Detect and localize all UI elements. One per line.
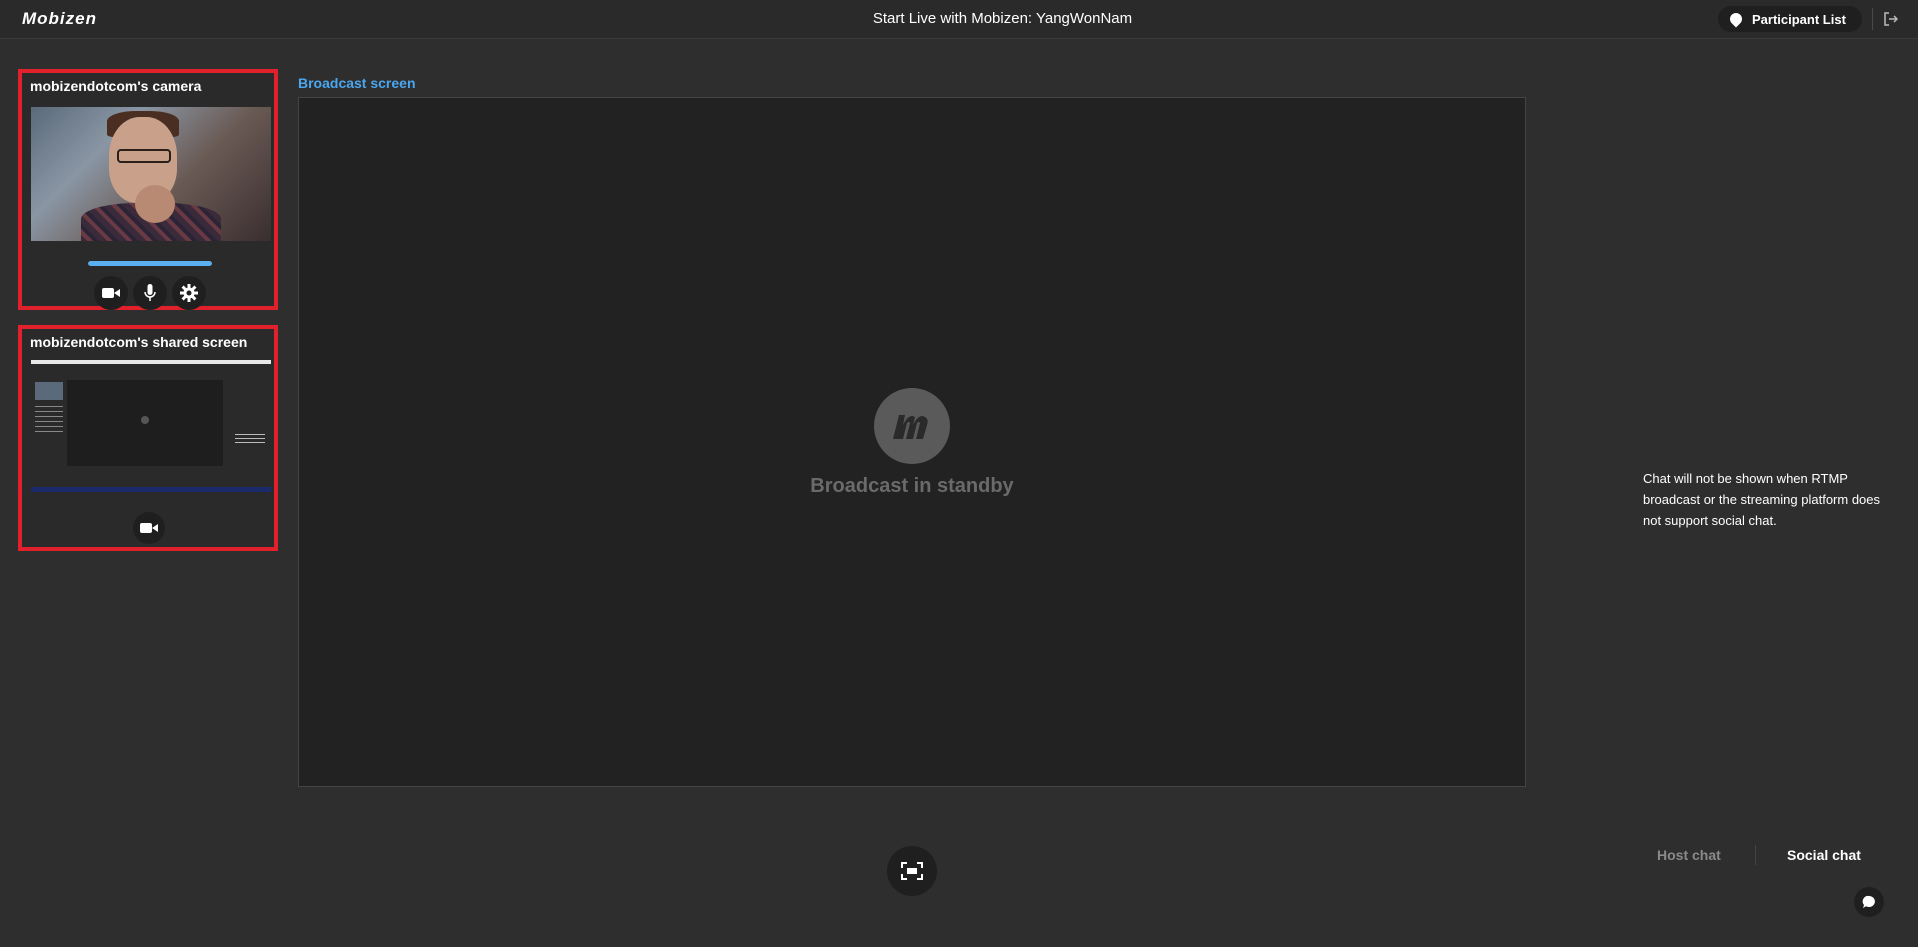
chat-bubble-button[interactable] bbox=[1854, 887, 1884, 917]
shared-screen-panel-title: mobizendotcom's shared screen bbox=[30, 334, 248, 350]
mic-level-fill bbox=[88, 261, 212, 266]
shared-screen-preview bbox=[31, 360, 271, 496]
broadcast-status-text: Broadcast in standby bbox=[810, 475, 1014, 497]
tab-social-chat[interactable]: Social chat bbox=[1787, 847, 1861, 863]
location-pin-icon bbox=[1727, 10, 1745, 28]
camera-preview bbox=[31, 107, 271, 241]
broadcast-screen: Broadcast in standby bbox=[298, 97, 1526, 787]
chat-bubble-icon bbox=[1862, 895, 1875, 908]
broadcast-screen-label: Broadcast screen bbox=[298, 75, 416, 91]
video-camera-icon bbox=[102, 288, 120, 298]
camera-panel-title: mobizendotcom's camera bbox=[30, 78, 202, 94]
chat-tab-divider bbox=[1755, 845, 1756, 865]
page-title: Start Live with Mobizen: YangWonNam bbox=[872, 10, 1133, 27]
screen-share-toggle-button[interactable] bbox=[133, 512, 165, 544]
microphone-toggle-button[interactable] bbox=[133, 276, 167, 310]
gear-icon bbox=[180, 284, 198, 302]
fullscreen-button[interactable] bbox=[887, 846, 937, 896]
camera-panel[interactable]: mobizendotcom's camera bbox=[18, 69, 278, 310]
mobizen-m-icon bbox=[874, 388, 950, 464]
participant-list-button[interactable]: Participant List bbox=[1718, 6, 1862, 32]
camera-settings-button[interactable] bbox=[172, 276, 206, 310]
shared-screen-panel[interactable]: mobizendotcom's shared screen bbox=[18, 325, 278, 551]
header-divider bbox=[1872, 8, 1873, 30]
chat-notice: Chat will not be shown when RTMP broadca… bbox=[1643, 471, 1881, 528]
tab-host-chat[interactable]: Host chat bbox=[1657, 847, 1721, 863]
exit-icon[interactable] bbox=[1883, 11, 1899, 27]
microphone-icon bbox=[144, 284, 156, 301]
camera-toggle-button[interactable] bbox=[94, 276, 128, 310]
mic-level-meter bbox=[88, 261, 212, 266]
participant-list-label: Participant List bbox=[1752, 11, 1846, 27]
top-bar: Mobizen Start Live with Mobizen: YangWon… bbox=[0, 0, 1918, 39]
fullscreen-icon bbox=[901, 862, 923, 880]
video-camera-icon bbox=[140, 523, 158, 533]
